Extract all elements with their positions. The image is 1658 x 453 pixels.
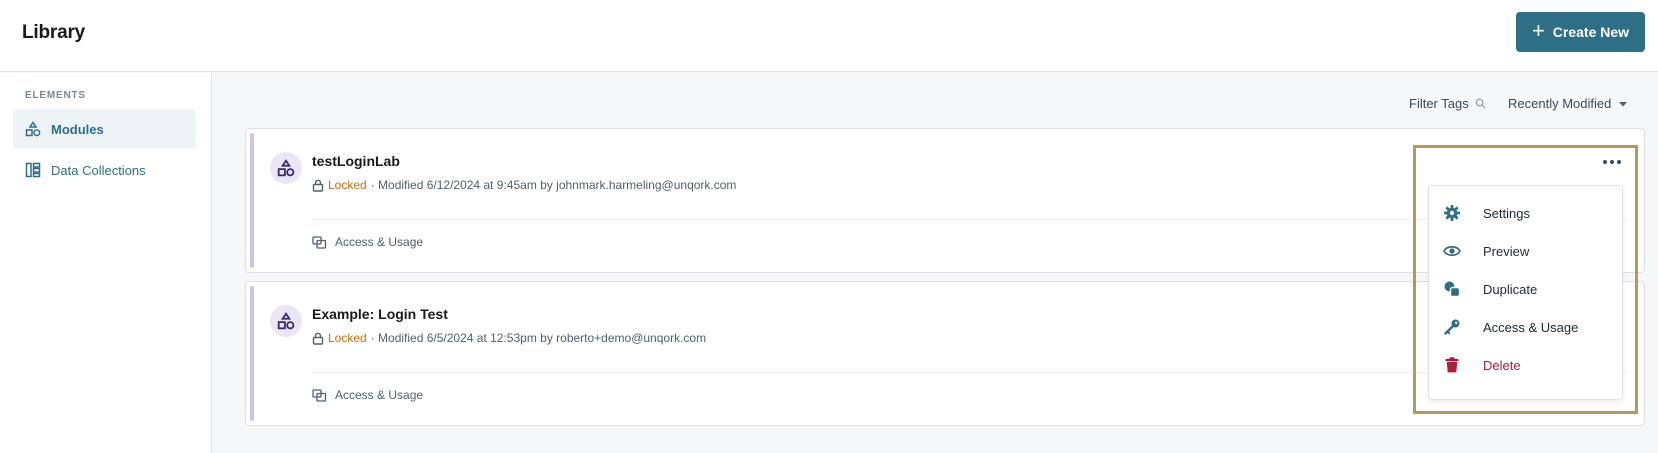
create-new-label: Create New [1552, 24, 1630, 40]
lock-icon [312, 179, 324, 192]
module-icon [270, 305, 302, 337]
create-new-button[interactable]: + Create New [1516, 12, 1645, 52]
filter-tags-label: Filter Tags [1409, 96, 1469, 111]
search-icon [1475, 98, 1486, 109]
menu-item-label: Delete [1483, 357, 1521, 373]
context-menu: Settings Preview Duplicate Access & Usag… [1428, 185, 1623, 400]
lock-icon [312, 332, 324, 345]
sidebar: ELEMENTS Modules Data Collections [0, 73, 212, 453]
access-usage-link[interactable]: Access & Usage [312, 388, 423, 402]
menu-item-access-usage[interactable]: Access & Usage [1429, 309, 1624, 345]
module-icon [270, 152, 302, 184]
modified-info: · Modified 6/5/2024 at 12:53pm by robert… [370, 331, 707, 345]
module-meta: Locked · Modified 6/5/2024 at 12:53pm by… [312, 331, 706, 345]
menu-item-label: Duplicate [1483, 281, 1538, 297]
plus-icon: + [1531, 18, 1545, 43]
modified-info: · Modified 6/12/2024 at 9:45am by johnma… [370, 178, 737, 192]
module-name[interactable]: Example: Login Test [312, 306, 448, 322]
access-usage-label: Access & Usage [335, 388, 424, 402]
key-icon [1444, 319, 1460, 335]
data-collections-icon [25, 162, 41, 178]
trash-icon [1445, 357, 1459, 373]
chevron-down-icon [1619, 101, 1628, 106]
top-bar: Library + Create New [0, 0, 1658, 72]
menu-item-preview[interactable]: Preview [1429, 233, 1624, 269]
gear-icon [1444, 205, 1460, 221]
menu-item-label: Settings [1483, 205, 1530, 221]
access-usage-label: Access & Usage [335, 235, 424, 249]
menu-item-label: Preview [1483, 243, 1530, 259]
access-usage-icon [312, 235, 327, 249]
menu-item-settings[interactable]: Settings [1429, 195, 1624, 231]
access-usage-icon [312, 388, 327, 402]
sidebar-item-data-collections[interactable]: Data Collections [13, 150, 196, 190]
locked-status: Locked [328, 178, 367, 192]
sort-label: Recently Modified [1508, 96, 1612, 111]
more-options-icon[interactable] [1600, 154, 1624, 170]
filter-tags-button[interactable]: Filter Tags [1409, 96, 1486, 111]
sidebar-item-label: Modules [51, 121, 104, 137]
menu-item-label: Access & Usage [1483, 319, 1579, 335]
eye-icon [1443, 246, 1461, 256]
modules-icon [25, 121, 41, 137]
sort-dropdown[interactable]: Recently Modified [1508, 96, 1628, 111]
sidebar-section-label: ELEMENTS [25, 90, 86, 101]
module-meta: Locked · Modified 6/12/2024 at 9:45am by… [312, 178, 736, 192]
access-usage-link[interactable]: Access & Usage [312, 235, 423, 249]
menu-item-duplicate[interactable]: Duplicate [1429, 271, 1624, 307]
duplicate-icon [1444, 281, 1461, 298]
locked-status: Locked [328, 331, 367, 345]
menu-item-delete[interactable]: Delete [1429, 347, 1624, 383]
page-title: Library [22, 22, 86, 43]
sidebar-item-label: Data Collections [51, 162, 146, 178]
sidebar-item-modules[interactable]: Modules [13, 109, 196, 149]
module-name[interactable]: testLoginLab [312, 153, 400, 169]
